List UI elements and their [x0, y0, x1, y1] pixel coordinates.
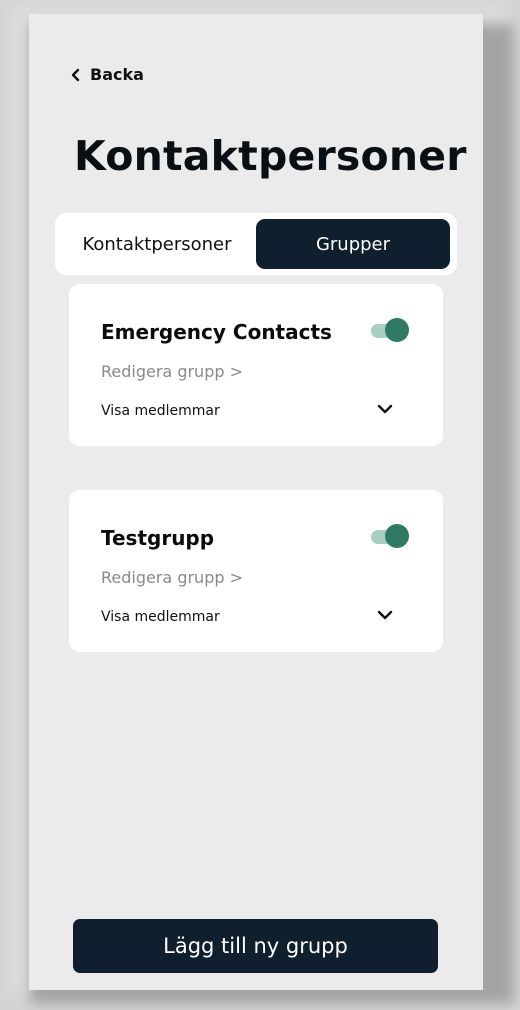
- tab-contacts[interactable]: Kontaktpersoner: [61, 219, 253, 269]
- tab-switcher: Kontaktpersoner Grupper: [55, 213, 457, 275]
- edit-group-link[interactable]: Redigera grupp >: [101, 362, 243, 381]
- back-label: Backa: [90, 65, 144, 84]
- add-group-button[interactable]: Lägg till ny grupp: [73, 919, 438, 973]
- group-card: Emergency Contacts Redigera grupp > Visa…: [69, 284, 443, 446]
- chevron-left-icon: [71, 68, 81, 82]
- chevron-down-icon[interactable]: [377, 610, 393, 620]
- show-members-label[interactable]: Visa medlemmar: [101, 609, 220, 625]
- app-screen: Backa Kontaktpersoner Kontaktpersoner Gr…: [29, 14, 483, 990]
- tab-groups[interactable]: Grupper: [256, 219, 450, 269]
- show-members-label[interactable]: Visa medlemmar: [101, 403, 220, 419]
- toggle-knob: [385, 524, 409, 548]
- group-name: Emergency Contacts: [101, 320, 332, 344]
- chevron-down-icon[interactable]: [377, 404, 393, 414]
- edit-group-link[interactable]: Redigera grupp >: [101, 568, 243, 587]
- group-toggle[interactable]: [371, 524, 409, 548]
- group-toggle[interactable]: [371, 318, 409, 342]
- group-card: Testgrupp Redigera grupp > Visa medlemma…: [69, 490, 443, 652]
- toggle-knob: [385, 318, 409, 342]
- group-name: Testgrupp: [101, 526, 215, 550]
- page-title: Kontaktpersoner: [74, 132, 467, 180]
- back-button[interactable]: Backa: [71, 65, 144, 84]
